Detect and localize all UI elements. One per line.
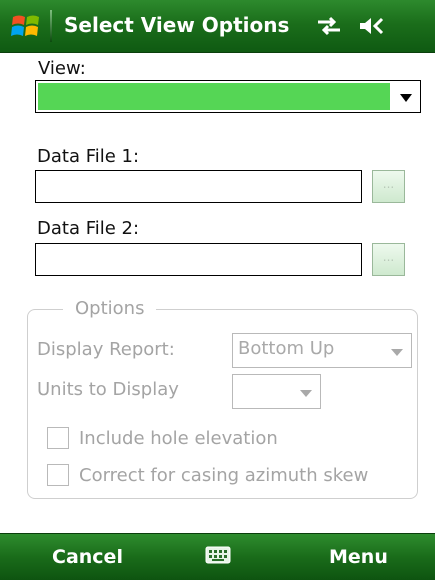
data-file-2-browse-button[interactable]: ... — [372, 243, 405, 276]
softkey-bar: Cancel Menu — [0, 533, 435, 580]
windows-start-icon[interactable] — [10, 11, 42, 41]
include-hole-elevation-checkbox[interactable] — [47, 427, 69, 449]
options-legend: Options — [63, 298, 157, 319]
include-hole-elevation-label: Include hole elevation — [79, 428, 278, 449]
data-file-2-input[interactable] — [35, 243, 362, 276]
units-to-display-label: Units to Display — [37, 379, 179, 400]
correct-casing-skew-label: Correct for casing azimuth skew — [79, 465, 369, 486]
display-report-dropdown[interactable]: Bottom Up — [232, 333, 412, 368]
cancel-softkey[interactable]: Cancel — [52, 546, 123, 568]
data-file-1-input[interactable] — [35, 170, 362, 203]
dropdown-arrow-icon[interactable] — [400, 94, 412, 102]
view-dropdown[interactable] — [35, 80, 421, 113]
units-to-display-dropdown[interactable] — [232, 374, 321, 409]
correct-casing-skew-checkbox[interactable] — [47, 464, 69, 486]
connectivity-icon[interactable] — [316, 16, 342, 36]
chevron-down-icon — [300, 390, 312, 397]
keyboard-icon[interactable] — [205, 545, 231, 565]
title-separator — [50, 10, 52, 42]
page-title: Select View Options — [64, 13, 290, 37]
data-file-2-label: Data File 2: — [37, 218, 140, 239]
chevron-down-icon — [391, 349, 403, 356]
data-file-1-label: Data File 1: — [37, 146, 140, 167]
title-bar: Select View Options — [0, 0, 435, 53]
data-file-1-browse-button[interactable]: ... — [372, 170, 405, 203]
speaker-muted-icon[interactable] — [358, 16, 386, 36]
display-report-label: Display Report: — [37, 339, 175, 360]
view-selected-value — [38, 83, 390, 110]
display-report-value: Bottom Up — [238, 338, 335, 359]
menu-softkey[interactable]: Menu — [329, 546, 388, 568]
view-label: View: — [38, 58, 86, 79]
